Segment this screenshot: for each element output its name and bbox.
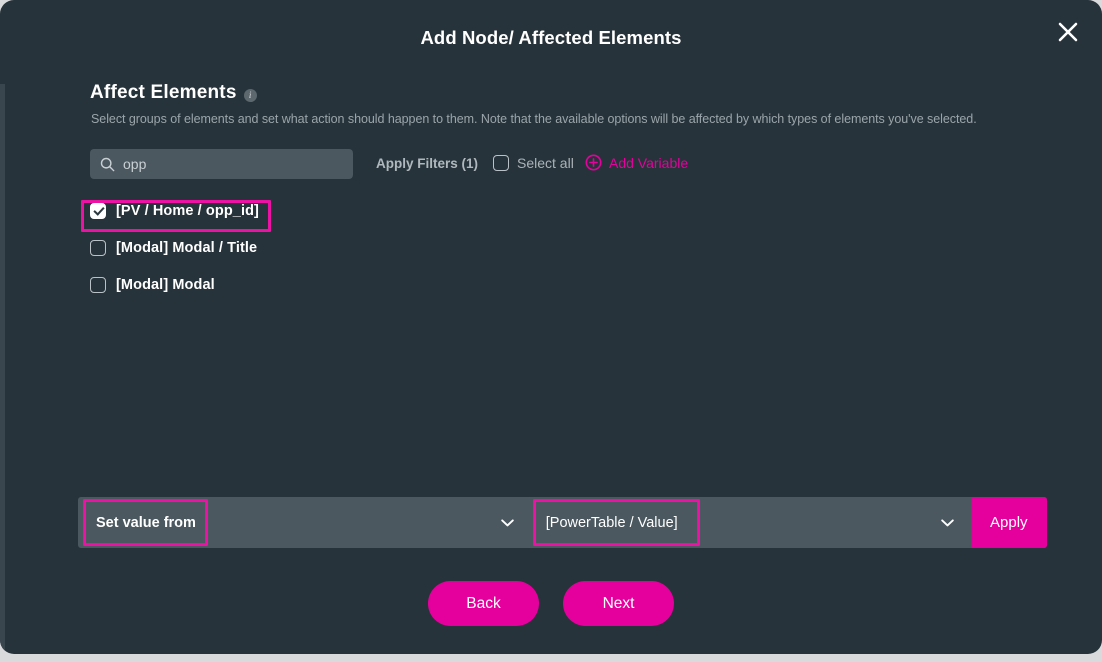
element-label-2: [Modal] Modal [116, 276, 215, 293]
select-all-label: Select all [517, 155, 574, 171]
element-label-1: [Modal] Modal / Title [116, 239, 258, 256]
element-checkbox-2[interactable] [90, 276, 106, 293]
add-variable-button[interactable]: Add Variable [585, 154, 688, 171]
back-button[interactable]: Back [428, 581, 539, 626]
search-icon [100, 157, 115, 171]
source-dropdown[interactable]: [PowerTable / Value] [531, 497, 971, 548]
list-item[interactable]: [PV / Home / opp_id] [90, 200, 590, 221]
chevron-down-icon [501, 518, 514, 526]
select-all-checkbox-box[interactable] [493, 155, 509, 171]
section-description: Select groups of elements and set what a… [91, 112, 977, 126]
search-value: opp [123, 156, 147, 172]
info-icon[interactable]: i [243, 88, 257, 102]
list-item[interactable]: [Modal] Modal [90, 274, 590, 295]
apply-filters-button[interactable]: Apply Filters (1) [376, 156, 478, 171]
modal-title: Add Node/ Affected Elements [420, 27, 682, 48]
chevron-down-icon [940, 518, 954, 526]
action-bar: Set value from [PowerTable / Value] Appl… [78, 497, 1047, 548]
plus-circle-icon [585, 154, 602, 171]
search-input[interactable]: opp [90, 149, 353, 179]
element-label-0: [PV / Home / opp_id] [116, 202, 259, 219]
close-icon[interactable] [1048, 12, 1088, 52]
select-all-checkbox[interactable]: Select all [493, 155, 574, 171]
wizard-navigation: Back Next [0, 581, 1102, 626]
element-checkbox-0[interactable] [90, 202, 106, 219]
section-title: Affect Elements [90, 82, 237, 103]
element-checkbox-1[interactable] [90, 239, 106, 256]
next-button[interactable]: Next [563, 581, 674, 626]
add-variable-label: Add Variable [609, 154, 689, 171]
section-heading: Affect Elements i [90, 82, 257, 104]
add-node-modal: Add Node/ Affected Elements Affect Eleme… [0, 0, 1102, 654]
apply-button[interactable]: Apply [970, 497, 1047, 548]
scrollbar-track[interactable] [0, 84, 5, 654]
action-dropdown[interactable] [211, 497, 531, 548]
set-value-from-label: Set value from [96, 514, 196, 531]
list-item[interactable]: [Modal] Modal / Title [90, 237, 590, 258]
affect-elements-list: [PV / Home / opp_id] [Modal] Modal / Tit… [90, 200, 590, 311]
source-dropdown-value: [PowerTable / Value] [545, 514, 678, 531]
